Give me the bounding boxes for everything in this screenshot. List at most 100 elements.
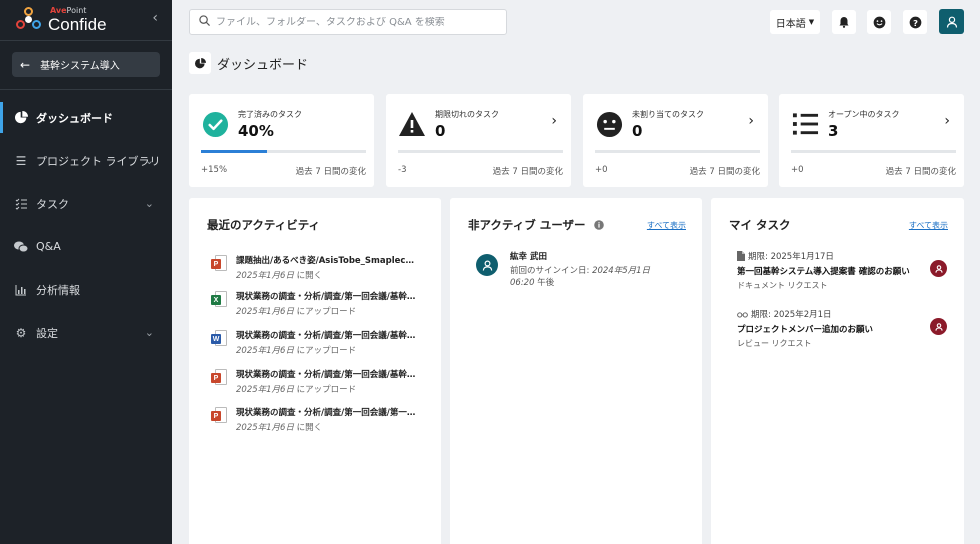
user-icon — [946, 16, 957, 28]
task-item[interactable]: 期限: 2025年2月1日 プロジェクトメンバー追加のお願い レビュー リクエス… — [737, 308, 947, 349]
task-type: レビュー リクエスト — [737, 339, 812, 348]
pie-chart-icon — [14, 111, 28, 124]
stat-value: 40% — [238, 121, 274, 140]
activity-file[interactable]: 課題抽出/あるべき姿/AsisTobe_Smaplecsv — [236, 254, 416, 266]
task-title[interactable]: プロジェクトメンバー追加のお願い — [737, 323, 917, 335]
checklist-icon — [14, 198, 28, 210]
sidebar-item-analytics[interactable]: 分析情報 — [0, 268, 172, 311]
task-title[interactable]: 第一回基幹システム導入提案書 確認のお願い — [737, 265, 917, 277]
sidebar: AvePoint Confide ‹ ← 基幹システム導入 ダッシュボード ☰ … — [0, 0, 172, 544]
activity-file[interactable]: 現状業務の調査・分析/調査/第一回会議/第一回議事録.pptx — [236, 406, 416, 418]
divider-bar — [791, 150, 956, 153]
language-selector[interactable]: 日本語 ▼ — [770, 10, 820, 34]
activity-file[interactable]: 現状業務の調査・分析/調査/第一回会議/基幹システム導入.xlsx — [236, 290, 416, 302]
last-signin-label: 前回のサインイン日: — [510, 266, 590, 276]
page-header: ダッシュボード — [189, 52, 308, 74]
sidebar-item-settings[interactable]: ⚙ 設定 ⌄ — [0, 311, 172, 354]
stat-card-unassigned[interactable]: 未割り当てのタスク 0 › +0 過去 7 日間の変化 — [583, 94, 768, 187]
sidebar-item-label: Q&A — [36, 240, 61, 253]
page-title: ダッシュボード — [217, 57, 309, 73]
stat-value: 0 — [435, 121, 446, 140]
stat-label: 期限切れのタスク — [435, 109, 499, 119]
panel-title: マイ タスク — [729, 218, 791, 232]
activity-action: にアップロード — [296, 307, 357, 317]
assignee-avatar[interactable] — [930, 260, 947, 277]
caret-down-icon: ▼ — [808, 18, 815, 26]
divider-bar — [595, 150, 760, 153]
notifications-button[interactable] — [832, 10, 856, 34]
stat-card-open[interactable]: オープン中のタスク 3 › +0 過去 7 日間の変化 — [779, 94, 964, 187]
sidebar-item-project-library[interactable]: ☰ プロジェクト ライブラリ ⌄ — [0, 139, 172, 182]
last-signin-time: 06:20 — [510, 278, 535, 289]
panel-title: 最近のアクティビティ — [207, 218, 321, 232]
list-icon — [791, 110, 819, 138]
activity-item[interactable]: P 課題抽出/あるべき姿/AsisTobe_Smaplecsv 2025年1月6… — [211, 254, 416, 281]
activity-action: にアップロード — [296, 346, 357, 356]
user-avatar-button[interactable] — [939, 9, 964, 34]
inactive-users-panel: 非アクティブ ユーザー すべて表示 紘幸 武田 前回のサインイン日: 2024年… — [450, 198, 702, 544]
divider — [0, 89, 172, 90]
search-box[interactable] — [189, 9, 507, 35]
assignee-avatar[interactable] — [930, 318, 947, 335]
help-button[interactable]: ? — [903, 10, 927, 34]
divider — [0, 40, 172, 41]
stat-label: 未割り当てのタスク — [632, 109, 704, 119]
user-icon — [934, 322, 943, 331]
stat-value: 0 — [632, 121, 643, 140]
sidebar-item-label: 分析情報 — [36, 283, 80, 297]
inactive-user-row[interactable]: 紘幸 武田 前回のサインイン日: 2024年5月1日 06:20 午後 — [476, 250, 650, 290]
collapse-sidebar-button[interactable]: ‹ — [152, 10, 158, 26]
smiley-icon — [873, 16, 885, 28]
info-icon[interactable] — [593, 220, 604, 230]
stat-value: 3 — [828, 121, 839, 140]
sidebar-item-label: タスク — [36, 197, 69, 211]
pie-chart-icon — [189, 52, 211, 74]
chat-bubbles-icon — [14, 241, 28, 253]
activity-file[interactable]: 現状業務の調査・分析/調査/第一回会議/基幹システム導入.pptx — [236, 368, 416, 380]
feedback-button[interactable] — [867, 10, 891, 34]
chevron-down-icon: ⌄ — [144, 154, 154, 167]
sidebar-item-label: ダッシュボード — [36, 111, 113, 125]
chevron-right-icon[interactable]: › — [944, 113, 950, 129]
user-icon — [476, 254, 498, 276]
activity-item[interactable]: X 現状業務の調査・分析/調査/第一回会議/基幹システム導入.xlsx 2025… — [211, 290, 416, 317]
see-all-link[interactable]: すべて表示 — [647, 220, 686, 231]
activity-action: に開く — [296, 271, 323, 281]
stat-card-completed[interactable]: 完了済みのタスク 40% +15% 過去 7 日間の変化 — [189, 94, 374, 187]
excel-file-icon: X — [211, 291, 227, 309]
project-label: 基幹システム導入 — [40, 61, 120, 72]
my-tasks-panel: マイ タスク すべて表示 期限: 2025年1月17日 第一回基幹システム導入提… — [711, 198, 964, 544]
sidebar-item-dashboard[interactable]: ダッシュボード — [0, 96, 172, 139]
menu-lines-icon: ☰ — [15, 153, 27, 168]
sidebar-item-qa[interactable]: Q&A — [0, 225, 172, 268]
task-type: ドキュメント リクエスト — [737, 281, 828, 290]
last-signin-ampm: 午後 — [537, 278, 555, 289]
activity-item[interactable]: W 現状業務の調査・分析/調査/第一回会議/基幹システム導入.docx 2025… — [211, 329, 416, 356]
task-due: 期限: 2025年1月17日 — [748, 252, 834, 262]
gear-icon: ⚙ — [15, 325, 27, 340]
bar-chart-icon — [14, 284, 28, 296]
search-input[interactable] — [216, 16, 496, 28]
see-all-link[interactable]: すべて表示 — [909, 220, 948, 231]
activity-item[interactable]: P 現状業務の調査・分析/調査/第一回会議/基幹システム導入.pptx 2025… — [211, 368, 416, 395]
activity-file[interactable]: 現状業務の調査・分析/調査/第一回会議/基幹システム導入.docx — [236, 329, 416, 341]
stat-delta: -3 — [398, 165, 407, 175]
stat-card-overdue[interactable]: 期限切れのタスク 0 › -3 過去 7 日間の変化 — [386, 94, 571, 187]
activity-item[interactable]: P 現状業務の調査・分析/調査/第一回会議/第一回議事録.pptx 2025年1… — [211, 406, 416, 433]
chevron-right-icon[interactable]: › — [748, 113, 754, 129]
chevron-down-icon: ⌄ — [144, 197, 154, 210]
activity-action: にアップロード — [296, 385, 357, 395]
sidebar-item-tasks[interactable]: タスク ⌄ — [0, 182, 172, 225]
task-item[interactable]: 期限: 2025年1月17日 第一回基幹システム導入提案書 確認のお願い ドキュ… — [737, 250, 947, 291]
recent-activity-panel: 最近のアクティビティ P 課題抽出/あるべき姿/AsisTobe_Smaplec… — [189, 198, 441, 544]
activity-date: 2025年1月6日 — [236, 423, 294, 433]
project-selector-button[interactable]: ← 基幹システム導入 — [12, 52, 160, 77]
progress-bar — [201, 150, 366, 153]
activity-action: に開く — [296, 423, 323, 433]
confide-logo-icon — [16, 7, 42, 33]
neutral-face-icon — [595, 110, 623, 138]
chevron-right-icon[interactable]: › — [551, 113, 557, 129]
powerpoint-file-icon: P — [211, 407, 227, 425]
stat-label: オープン中のタスク — [828, 109, 900, 119]
arrow-left-icon: ← — [20, 57, 31, 72]
